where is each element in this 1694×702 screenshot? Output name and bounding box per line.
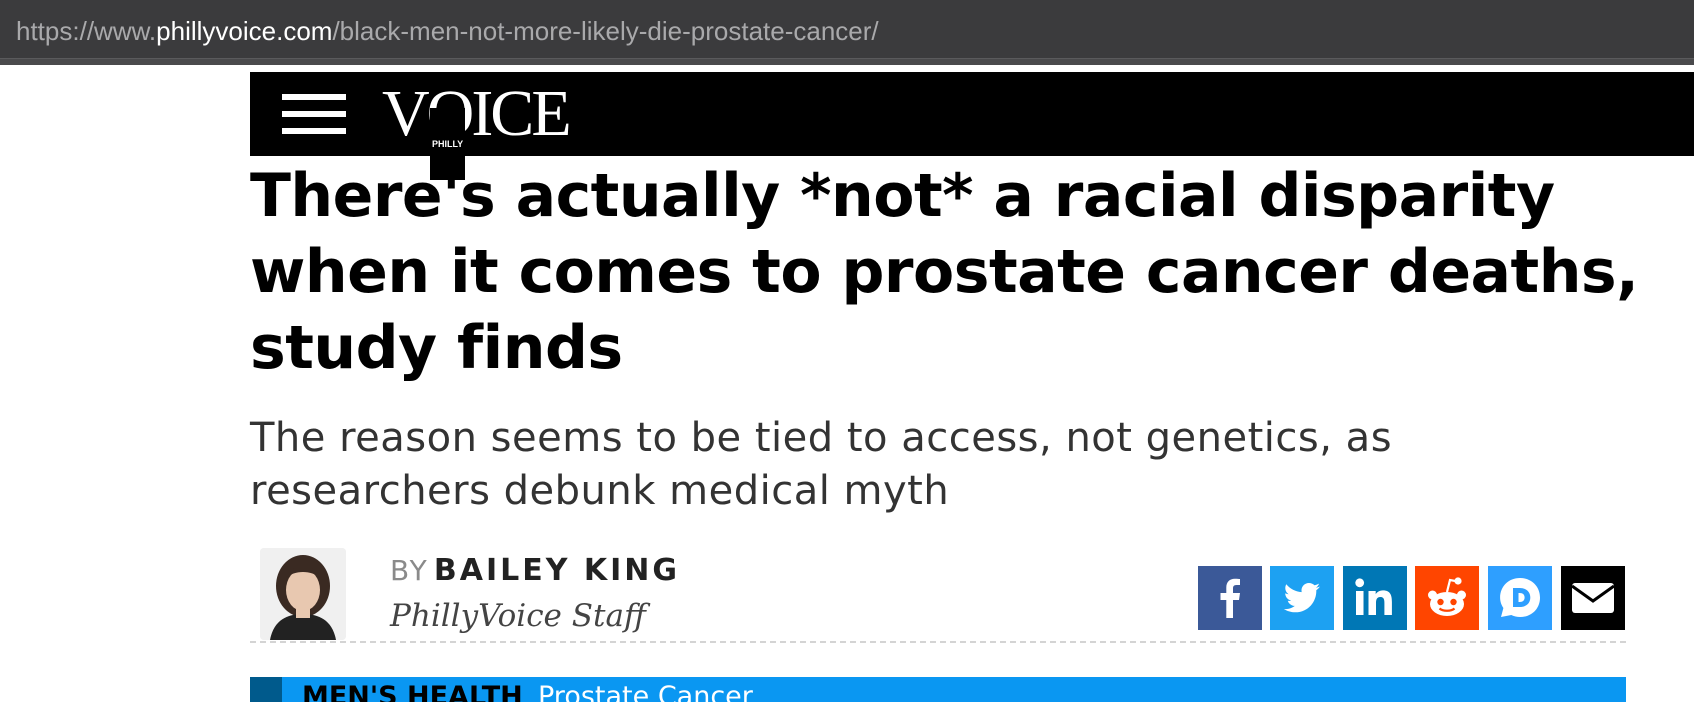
email-share-button[interactable] (1561, 566, 1625, 630)
email-icon (1561, 566, 1625, 630)
byline-divider (250, 641, 1626, 643)
site-logo[interactable]: VOICE PHILLY (382, 77, 572, 180)
url-text[interactable]: https://www.phillyvoice.com/black-men-no… (16, 16, 879, 46)
author-role: PhillyVoice Staff (390, 598, 646, 634)
topic-bar: MEN'S HEALTH Prostate Cancer (250, 677, 1626, 702)
topic-primary-link[interactable]: MEN'S HEALTH (302, 681, 523, 702)
reddit-share-button[interactable] (1415, 566, 1479, 630)
twitter-share-button[interactable] (1270, 566, 1334, 630)
article-headline: There's actually *not* a racial disparit… (250, 161, 1639, 383)
facebook-icon (1198, 566, 1262, 630)
linkedin-icon (1343, 566, 1407, 630)
url-host: phillyvoice.com (156, 16, 333, 46)
browser-toolbar: https://www.phillyvoice.com/black-men-no… (0, 0, 1694, 65)
disqus-icon (1488, 566, 1552, 630)
byline-prefix: BY (390, 554, 429, 587)
reddit-icon (1415, 566, 1479, 630)
author-avatar[interactable] (260, 548, 346, 640)
url-path: /black-men-not-more-likely-die-prostate-… (332, 16, 879, 46)
topic-accent (250, 677, 282, 702)
twitter-icon (1270, 566, 1334, 630)
linkedin-share-button[interactable] (1343, 566, 1407, 630)
byline: BY BAILEY KING (390, 553, 680, 588)
hamburger-menu-icon[interactable] (282, 90, 346, 138)
url-prefix: https://www. (16, 16, 157, 46)
logo-text: VOICE (382, 77, 572, 150)
site-header: VOICE PHILLY (250, 72, 1694, 180)
facebook-share-button[interactable] (1198, 566, 1262, 630)
address-bar[interactable]: https://www.phillyvoice.com/black-men-no… (0, 0, 1694, 59)
author-name[interactable]: BAILEY KING (434, 553, 680, 588)
disqus-share-button[interactable] (1488, 566, 1552, 630)
article-subheadline: The reason seems to be tied to access, n… (250, 415, 1393, 514)
topic-secondary-link[interactable]: Prostate Cancer (538, 681, 753, 702)
